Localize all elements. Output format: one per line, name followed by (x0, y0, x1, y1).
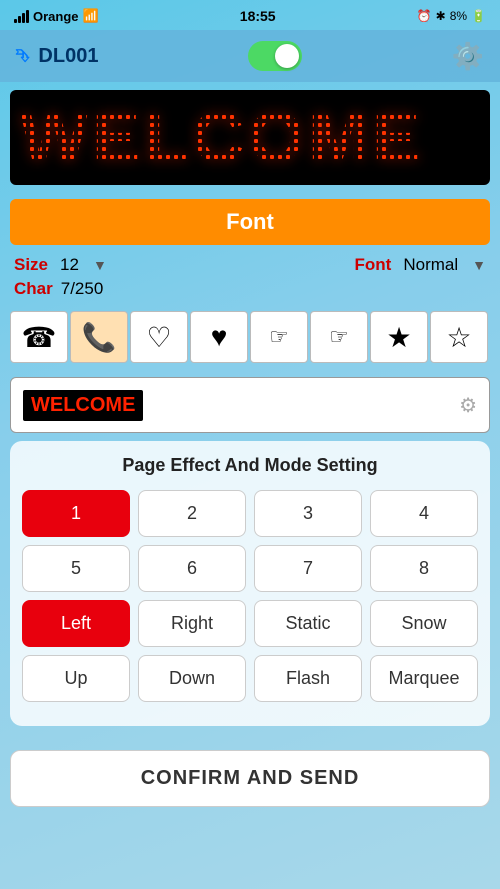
status-left: Orange 📶 (14, 8, 99, 24)
page-effect-title: Page Effect And Mode Setting (22, 455, 478, 476)
bluetooth-icon: ⮷ (16, 46, 30, 67)
mode-btn-flash[interactable]: Flash (254, 655, 362, 702)
battery-icon: 🔋 (471, 9, 486, 23)
mode-btn-static[interactable]: Static (254, 600, 362, 647)
number-btn-8[interactable]: 8 (370, 545, 478, 592)
bluetooth-status-icon: ✱ (436, 9, 446, 23)
size-label: Size (14, 255, 48, 275)
header-left: ⮷ DL001 (16, 45, 98, 68)
icon-star-filled[interactable]: ★ (370, 311, 428, 363)
confirm-button[interactable]: CONFIRM AND SEND (10, 750, 490, 807)
number-btn-6[interactable]: 6 (138, 545, 246, 592)
mode-btn-up[interactable]: Up (22, 655, 130, 702)
status-bar: Orange 📶 18:55 ⏰ ✱ 8% 🔋 (0, 0, 500, 30)
mode-btn-left[interactable]: Left (22, 600, 130, 647)
signal-icon (14, 9, 29, 23)
alarm-icon: ⏰ (417, 9, 432, 23)
page-effect-card: Page Effect And Mode Setting 1 2 3 4 5 6… (10, 441, 490, 726)
font-value: Normal (403, 255, 458, 275)
mode-btn-snow[interactable]: Snow (370, 600, 478, 647)
header-bar: ⮷ DL001 ⚙️ (0, 30, 500, 82)
icon-star-outline[interactable]: ☆ (430, 311, 488, 363)
number-btn-2[interactable]: 2 (138, 490, 246, 537)
mode-btn-grid: Left Right Static Snow Up Down Flash Mar… (22, 600, 478, 702)
size-dropdown-icon[interactable]: ▼ (93, 257, 107, 273)
size-font-row: Size 12 ▼ Font Normal ▼ (0, 251, 500, 279)
battery-label: 8% (450, 9, 467, 23)
number-btn-grid: 1 2 3 4 5 6 7 8 (22, 490, 478, 592)
led-display: WELCOME (10, 90, 490, 185)
mic-icon[interactable]: ⚙ (459, 393, 477, 418)
icon-hand-right-outline[interactable]: ☞ (250, 311, 308, 363)
number-btn-3[interactable]: 3 (254, 490, 362, 537)
font-dropdown-icon[interactable]: ▼ (472, 257, 486, 273)
led-text: WELCOME (20, 97, 424, 179)
mode-btn-marquee[interactable]: Marquee (370, 655, 478, 702)
power-toggle[interactable] (248, 41, 302, 71)
char-value: 7/250 (61, 279, 104, 299)
font-label: Font (355, 255, 392, 275)
device-name-label: DL001 (38, 45, 98, 68)
icon-row: ☎ 📞 ♡ ♥ ☞ ☞ ★ ☆ (0, 305, 500, 369)
text-input-area[interactable]: WELCOME ⚙ (10, 377, 490, 433)
mode-btn-right[interactable]: Right (138, 600, 246, 647)
toggle-thumb (275, 44, 299, 68)
icon-heart-filled[interactable]: ♥ (190, 311, 248, 363)
status-right: ⏰ ✱ 8% 🔋 (417, 9, 486, 23)
icon-heart-outline[interactable]: ♡ (130, 311, 188, 363)
wifi-icon: 📶 (83, 8, 99, 24)
icon-hand-right-filled[interactable]: ☞ (310, 311, 368, 363)
icon-phone-outline[interactable]: ☎ (10, 311, 68, 363)
char-label: Char (14, 279, 53, 299)
font-button[interactable]: Font (10, 199, 490, 245)
carrier-label: Orange (33, 9, 79, 24)
number-btn-5[interactable]: 5 (22, 545, 130, 592)
number-btn-1[interactable]: 1 (22, 490, 130, 537)
icon-phone-filled[interactable]: 📞 (70, 311, 128, 363)
number-btn-4[interactable]: 4 (370, 490, 478, 537)
size-value: 12 (60, 255, 79, 275)
number-btn-7[interactable]: 7 (254, 545, 362, 592)
settings-icon[interactable]: ⚙️ (452, 41, 484, 72)
text-badge: WELCOME (23, 390, 143, 421)
time-display: 18:55 (240, 8, 276, 24)
mode-btn-down[interactable]: Down (138, 655, 246, 702)
char-row: Char 7/250 (0, 279, 500, 305)
